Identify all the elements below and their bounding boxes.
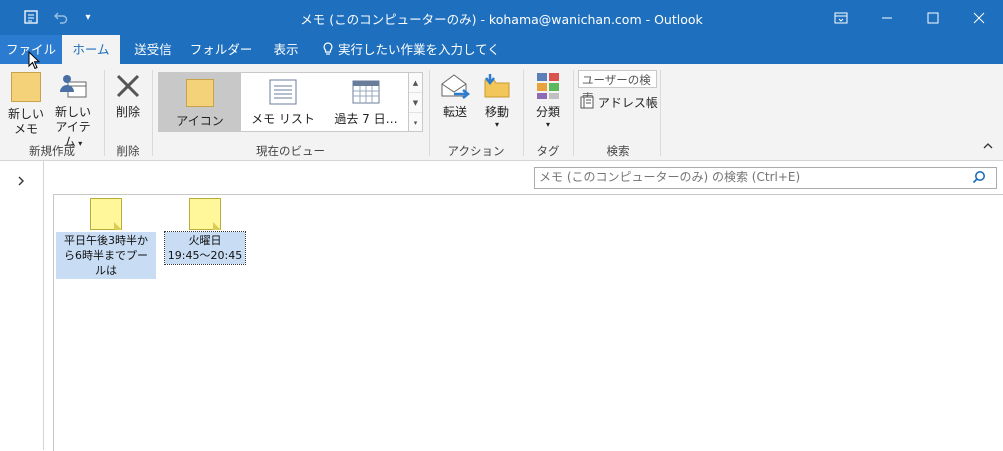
new-note-label-1: 新しい	[7, 107, 44, 121]
search-icon[interactable]	[972, 170, 986, 187]
new-items-button[interactable]: 新しい アイテム ▾	[50, 72, 96, 149]
group-label-actions: アクション	[447, 144, 505, 158]
notes-view: 平日午後3時半か ら6時半までプールは 火曜日 19:45～20:45	[53, 194, 1003, 451]
forward-button[interactable]: 転送	[436, 72, 474, 140]
note-text-line: 平日午後3時半か	[64, 234, 148, 247]
ribbon-tabs: ファイル ホーム 送受信 フォルダー 表示 実行したい作業を入力してください	[0, 35, 1003, 86]
note-item[interactable]: 火曜日 19:45～20:45	[163, 198, 247, 265]
gallery-more-icon[interactable]: ▾	[409, 113, 422, 132]
lightbulb-icon	[322, 42, 338, 57]
minimize-icon[interactable]	[864, 0, 910, 35]
move-folder-icon	[482, 72, 512, 100]
search-input[interactable]	[535, 168, 963, 186]
gallery-scroll[interactable]: ▲ ▼ ▾	[408, 73, 422, 131]
forward-icon	[440, 72, 471, 100]
search-box	[534, 167, 997, 189]
tab-view[interactable]: 表示	[264, 35, 308, 64]
undo-icon[interactable]	[52, 8, 70, 26]
note-icon	[90, 198, 122, 230]
new-note-button[interactable]: 新しい メモ	[6, 72, 46, 140]
gallery-up-icon[interactable]: ▲	[409, 73, 422, 93]
separator	[152, 70, 153, 156]
note-text-line: 19:45～20:45	[167, 249, 243, 262]
view-last7days-option[interactable]: 過去 7 日…	[325, 73, 407, 131]
categorize-button[interactable]: 分類 ▾	[529, 72, 567, 140]
app-icon[interactable]	[22, 8, 40, 26]
move-button[interactable]: 移動 ▾	[478, 72, 516, 140]
tell-me-box[interactable]: 実行したい作業を入力してください	[322, 35, 512, 86]
dropdown-icon: ▾	[545, 120, 550, 129]
note-text-line: ら6時半までプールは	[64, 249, 148, 277]
forward-label: 転送	[442, 105, 467, 119]
delete-label: 削除	[115, 105, 140, 119]
tab-send-receive[interactable]: 送受信	[126, 35, 180, 64]
address-book-button[interactable]: アドレス帳	[580, 94, 658, 112]
group-label-new: 新規作成	[29, 144, 75, 158]
categorize-label: 分類	[535, 105, 560, 119]
title-bar: ▾ メモ (このコンピューターのみ) - kohama@wanichan.com…	[0, 0, 1003, 35]
separator	[660, 70, 661, 156]
collapse-ribbon-icon[interactable]	[983, 142, 993, 153]
mouse-cursor-icon	[28, 50, 41, 73]
gallery-down-icon[interactable]: ▼	[409, 93, 422, 113]
ribbon: 新しい メモ 新しい アイテム ▾ 新規作成 削除 削除 アイコン メモ リスト	[0, 64, 1003, 161]
group-label-tags: タグ	[536, 144, 560, 158]
note-title: 火曜日 19:45～20:45	[163, 231, 247, 265]
icon-view-icon	[186, 79, 214, 107]
new-note-label-2: メモ	[13, 122, 38, 136]
tab-folder[interactable]: フォルダー	[188, 35, 254, 64]
view-last7days-label: 過去 7 日…	[334, 112, 398, 126]
maximize-icon[interactable]	[910, 0, 956, 35]
note-text-line: 火曜日	[188, 234, 222, 247]
new-items-icon	[58, 72, 88, 100]
separator	[429, 70, 430, 156]
move-label: 移動	[484, 105, 509, 119]
dropdown-icon: ▾	[494, 120, 499, 129]
folder-pane-collapsed	[0, 161, 44, 450]
view-list-label: メモ リスト	[251, 112, 315, 126]
view-list-option[interactable]: メモ リスト	[243, 73, 323, 131]
group-label-delete: 削除	[116, 144, 140, 158]
separator	[573, 70, 574, 156]
note-title: 平日午後3時半か ら6時半までプールは	[56, 232, 156, 279]
ribbon-display-options-icon[interactable]	[818, 0, 864, 35]
separator	[523, 70, 524, 156]
search-people-box[interactable]: ユーザーの検索	[578, 70, 657, 105]
note-item[interactable]: 平日午後3時半か ら6時半までプールは	[56, 198, 156, 279]
calendar-icon	[352, 79, 380, 105]
new-items-label-1: 新しい	[54, 105, 91, 119]
view-icon-option[interactable]: アイコン	[159, 73, 241, 131]
tab-home[interactable]: ホーム	[62, 35, 120, 64]
close-icon[interactable]	[956, 0, 1002, 35]
expand-folder-pane-icon[interactable]	[17, 175, 25, 189]
group-label-search: 検索	[606, 144, 630, 158]
note-icon	[11, 72, 41, 102]
categorize-icon	[535, 72, 561, 100]
address-book-label: アドレス帳	[597, 96, 658, 110]
separator	[104, 70, 105, 156]
customize-quick-access-icon[interactable]: ▾	[80, 8, 96, 26]
delete-button[interactable]: 削除	[110, 72, 146, 140]
view-icon-label: アイコン	[176, 114, 224, 128]
address-book-icon	[580, 96, 598, 110]
list-view-icon	[269, 79, 297, 105]
group-label-current-view: 現在のビュー	[256, 144, 325, 158]
delete-x-icon	[114, 72, 142, 100]
view-gallery: アイコン メモ リスト 過去 7 日… ▲ ▼ ▾	[158, 72, 423, 132]
note-icon	[189, 198, 221, 230]
